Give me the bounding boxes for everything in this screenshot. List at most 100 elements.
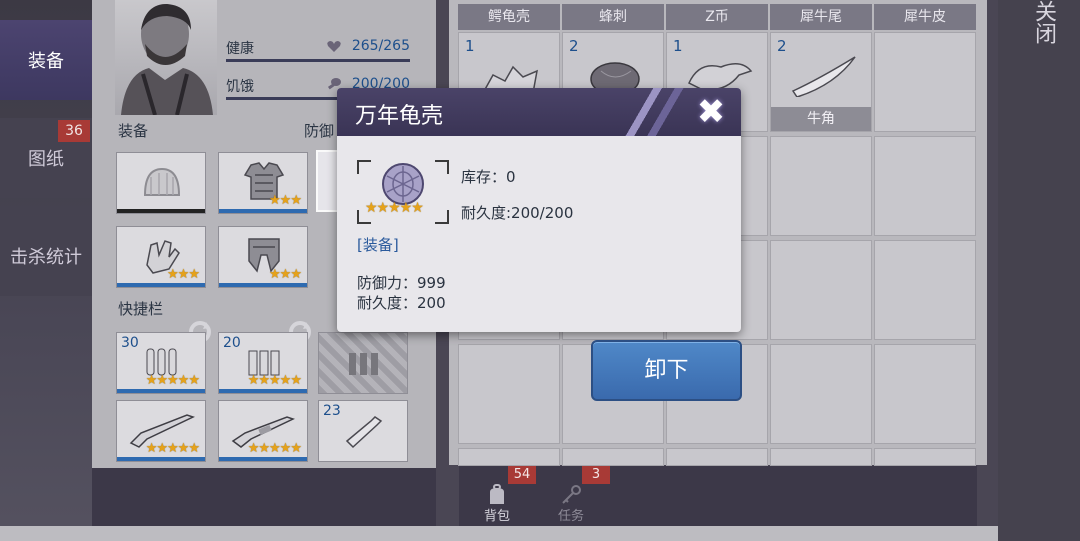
bottom-tab-label: 任务 <box>557 509 584 524</box>
unequip-button[interactable]: 卸下 <box>591 340 742 401</box>
durability-stat: 耐久度：200 <box>357 294 446 312</box>
health-stat: 健康 265/265 <box>226 36 410 62</box>
inventory-cell-empty[interactable] <box>874 344 976 444</box>
close-panel[interactable] <box>998 0 1080 541</box>
bottom-tab-badge: 3 <box>582 466 610 484</box>
header-decoration <box>621 88 701 136</box>
rating-stars: ★★★★★ <box>365 200 424 216</box>
backpack-icon <box>486 484 508 506</box>
frame-corner <box>435 160 449 174</box>
knit-cap-icon <box>139 161 185 201</box>
defense-section-label: 防御 <box>304 122 335 140</box>
bottom-strip <box>0 526 1080 541</box>
inventory-cell-empty[interactable] <box>874 32 976 132</box>
inventory-cell-empty[interactable] <box>770 240 872 340</box>
popup-item-frame: ★★★★★ <box>357 160 449 224</box>
tab-kill-stats-label: 击杀统计 <box>10 247 82 268</box>
item-count: 2 <box>777 37 787 55</box>
item-count: 1 <box>465 37 475 55</box>
hunger-label: 饥饿 <box>226 79 254 95</box>
inventory-cell-empty[interactable] <box>458 448 560 466</box>
inventory-cell-empty[interactable] <box>458 344 560 444</box>
blueprints-badge: 36 <box>58 120 90 142</box>
heart-icon <box>326 38 342 54</box>
item-category-tag: [装备] <box>357 236 399 254</box>
close-button[interactable]: 关闭 <box>1030 0 1056 44</box>
key-icon <box>560 484 582 506</box>
inventory-cell-empty[interactable] <box>562 448 664 466</box>
stock-text: 库存：0 <box>461 168 516 186</box>
horn-icon <box>789 53 857 98</box>
tab-equipment-label: 装备 <box>28 51 64 72</box>
popup-title: 万年龟壳 <box>355 104 444 129</box>
bottom-tab-badge: 54 <box>508 466 536 484</box>
health-bar <box>226 59 410 62</box>
tab-kill-stats[interactable]: 击杀统计 <box>0 216 92 296</box>
frame-corner <box>435 210 449 224</box>
rating-stars: ★★★★★ <box>247 441 302 456</box>
durability-bar <box>219 209 307 213</box>
item-count: 1 <box>673 37 683 55</box>
column-header: 犀牛尾 <box>770 4 872 30</box>
inventory-cell-empty[interactable] <box>770 344 872 444</box>
close-icon[interactable]: ✖ <box>691 92 731 132</box>
item-count: 2 <box>569 37 579 55</box>
bottle-icon <box>341 409 387 449</box>
quick-slot-4[interactable]: ★★★★★ <box>116 400 206 462</box>
inventory-cell-empty[interactable] <box>666 448 768 466</box>
rating-stars: ★★★ <box>269 267 302 282</box>
equip-slot-hands[interactable]: ★★★ <box>116 226 206 288</box>
inventory-cell[interactable]: 2 牛角 <box>770 32 872 132</box>
tab-blueprints[interactable]: 图纸 36 <box>0 118 92 198</box>
quick-slot-1[interactable]: 30 ★★★★★ <box>116 332 206 394</box>
durability-bar <box>117 389 205 393</box>
item-count: 30 <box>121 335 139 351</box>
quickbar-label: 快捷栏 <box>118 300 164 318</box>
equip-slot-head[interactable] <box>116 152 206 214</box>
durability-text: 耐久度:200/200 <box>461 204 574 222</box>
durability-bar <box>219 389 307 393</box>
equip-slot-body[interactable]: ★★★ <box>218 152 308 214</box>
inventory-cell-empty[interactable] <box>874 240 976 340</box>
equip-slot-legs[interactable]: ★★★ <box>218 226 308 288</box>
quick-slot-6[interactable]: 23 <box>318 400 408 462</box>
ammo-silhouette-icon <box>341 341 387 381</box>
rating-stars: ★★★★★ <box>145 441 200 456</box>
inventory-cell-empty[interactable] <box>770 448 872 466</box>
bottom-tab-label: 背包 <box>483 509 510 524</box>
bottom-tab-quests[interactable]: 任务 3 <box>534 466 610 526</box>
inventory-cell-empty[interactable] <box>874 136 976 236</box>
quick-slot-2[interactable]: 20 ★★★★★ <box>218 332 308 394</box>
column-header: 犀牛皮 <box>874 4 976 30</box>
character-portrait <box>115 0 217 115</box>
tab-equipment[interactable]: 装备 <box>0 20 92 100</box>
frame-corner <box>357 160 371 174</box>
column-header: 鳄龟壳 <box>458 4 560 30</box>
popup-header: 万年龟壳 ✖ <box>337 88 741 136</box>
column-header: 蜂刺 <box>562 4 664 30</box>
bottom-panel-left <box>92 468 436 526</box>
durability-bar <box>117 209 205 213</box>
equipment-section-label: 装备 <box>118 122 149 140</box>
rating-stars: ★★★ <box>269 193 302 208</box>
durability-bar <box>117 283 205 287</box>
bottom-tab-backpack[interactable]: 背包 54 <box>460 466 536 526</box>
durability-bar <box>219 457 307 461</box>
health-label: 健康 <box>226 41 254 57</box>
rating-stars: ★★★ <box>167 267 200 282</box>
item-name: 牛角 <box>771 107 871 131</box>
durability-bar <box>117 457 205 461</box>
column-header: Z币 <box>666 4 768 30</box>
item-count: 20 <box>223 335 241 351</box>
rating-stars: ★★★★★ <box>247 373 302 388</box>
quick-slot-locked <box>318 332 408 394</box>
defense-stat: 防御力：999 <box>357 274 446 292</box>
inventory-cell-empty[interactable] <box>770 136 872 236</box>
item-count: 23 <box>323 403 341 419</box>
rating-stars: ★★★★★ <box>145 373 200 388</box>
tab-blueprints-label: 图纸 <box>28 149 64 170</box>
durability-bar <box>219 283 307 287</box>
health-value: 265/265 <box>351 38 410 54</box>
inventory-cell-empty[interactable] <box>874 448 976 466</box>
quick-slot-5[interactable]: ★★★★★ <box>218 400 308 462</box>
